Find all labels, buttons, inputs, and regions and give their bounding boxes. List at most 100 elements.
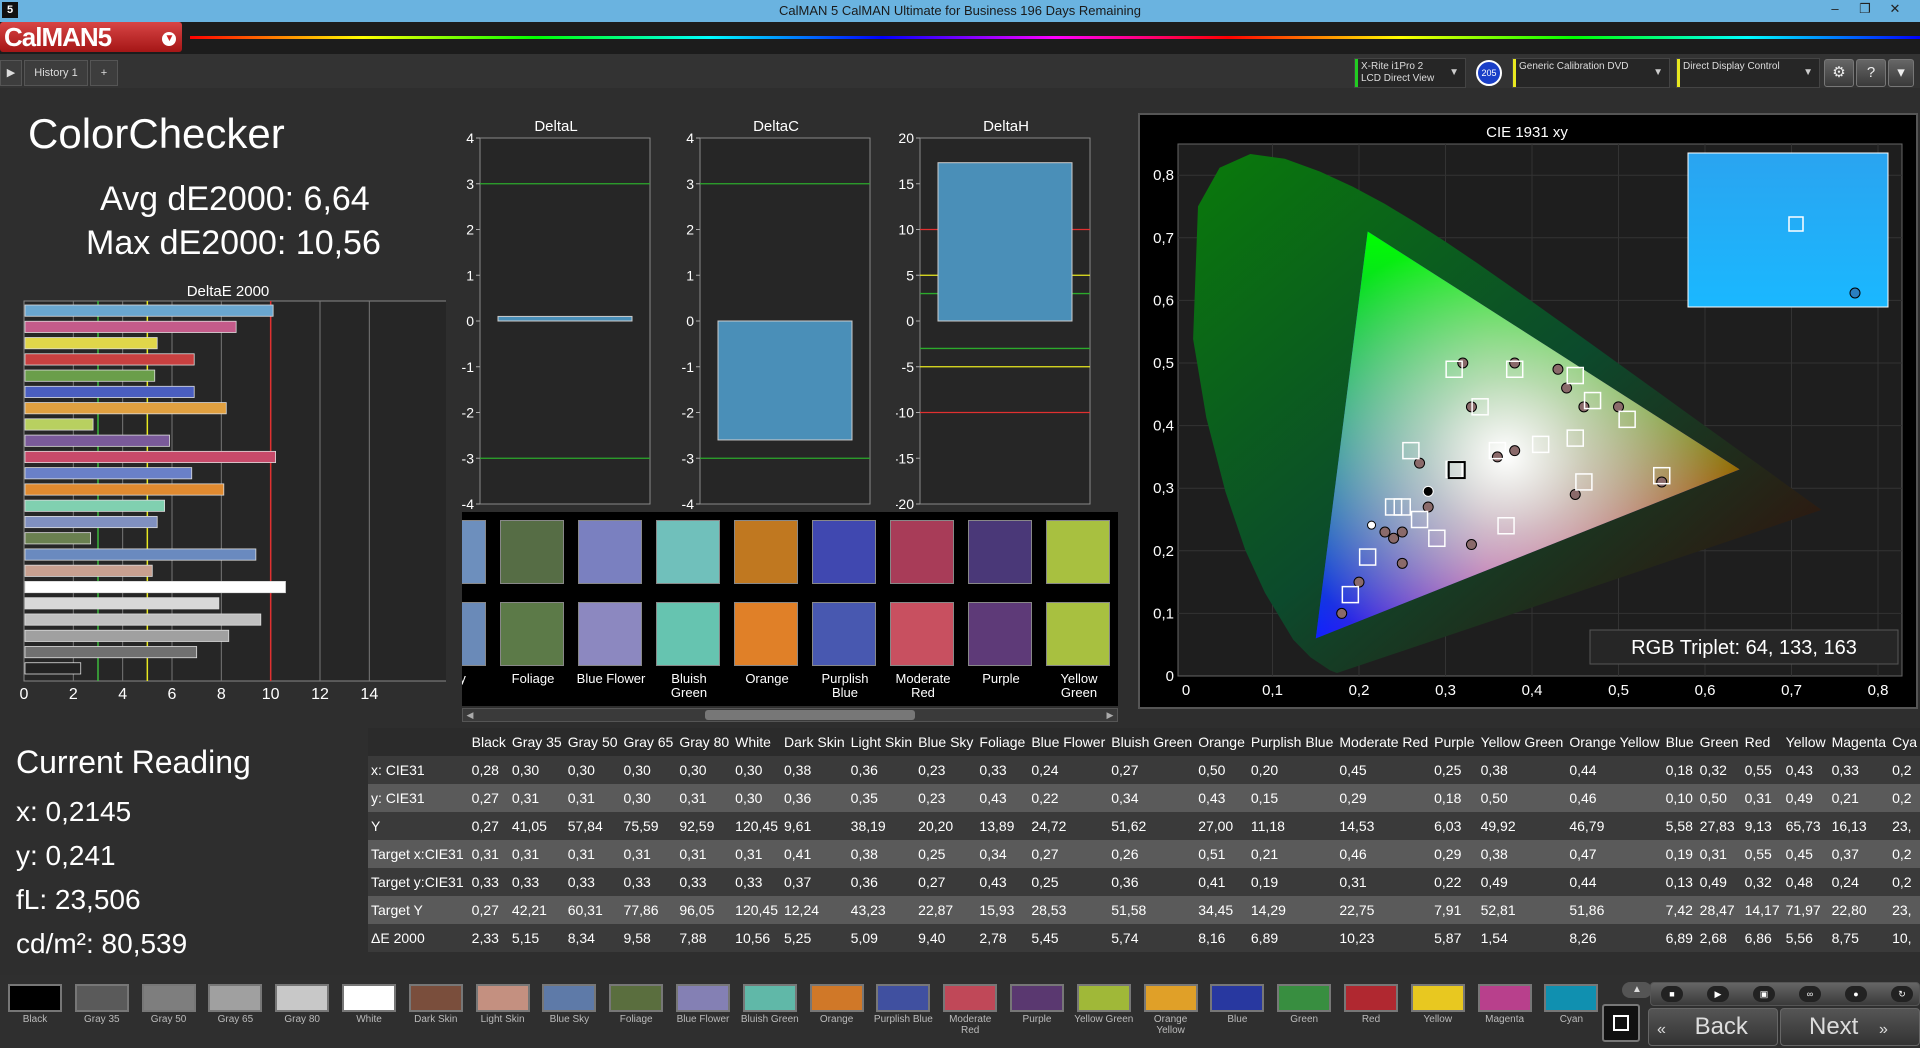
minimize-icon[interactable]: –	[1820, 0, 1850, 20]
table-column-header[interactable]: Purplish Blue	[1248, 728, 1337, 756]
color-patch-button[interactable]: Orange Yellow	[1140, 980, 1202, 1042]
color-patch-button[interactable]: Yellow Green	[1073, 980, 1135, 1042]
swatch-pair[interactable]: Sky	[462, 512, 488, 706]
color-patch-button[interactable]: Foliage	[605, 980, 667, 1042]
color-patch-button[interactable]: Moderate Red	[939, 980, 1001, 1042]
color-patch-button[interactable]: Gray 80	[271, 980, 333, 1042]
color-patch-button[interactable]: Blue Sky	[538, 980, 600, 1042]
scroll-right-icon[interactable]: ▶	[1103, 709, 1117, 721]
table-column-header[interactable]: Cya	[1889, 728, 1920, 756]
color-patch-button[interactable]: Purplish Blue	[872, 980, 934, 1042]
chevron-down-icon: ▼	[1803, 67, 1813, 78]
settings-gear-icon[interactable]: ⚙	[1824, 59, 1854, 87]
color-patch-button[interactable]: Blue Flower	[672, 980, 734, 1042]
table-cell: 0,38	[850, 846, 878, 862]
color-patch-label: Moderate Red	[949, 1014, 992, 1036]
table-cell: 0,31	[1339, 874, 1367, 890]
swatch-pair[interactable]: Blue Flower	[574, 512, 645, 706]
close-icon[interactable]: ✕	[1880, 0, 1910, 20]
table-column-header[interactable]: Yellow Green	[1478, 728, 1567, 756]
swatch-pair[interactable]: Foliage	[496, 512, 566, 706]
swatch-pair[interactable]: Bluish Green	[652, 512, 722, 706]
table-column-header[interactable]: Magenta	[1829, 728, 1889, 756]
tab-history-1[interactable]: History 1	[24, 60, 88, 86]
table-column-header[interactable]: Gray 65	[621, 728, 677, 756]
color-patch	[208, 984, 263, 1012]
table-column-header[interactable]: Orange Yellow	[1566, 728, 1662, 756]
table-cell: 0,13	[1665, 874, 1693, 890]
stop-toggle[interactable]	[1602, 1004, 1640, 1042]
table-column-header[interactable]: White	[732, 728, 781, 756]
data-table-container: Black Gray 35 Gray 50 Gray 65 Gray 80 White Da…	[368, 728, 1920, 960]
color-patch-button[interactable]: Gray 65	[204, 980, 266, 1042]
table-column-header[interactable]: Foliage	[976, 728, 1028, 756]
table-column-header[interactable]: Blue	[1663, 728, 1697, 756]
color-patch-button[interactable]: White	[338, 980, 400, 1042]
stop-icon[interactable]: ■	[1661, 986, 1683, 1002]
table-column-header[interactable]	[368, 728, 469, 756]
deltae-chart: DeltaE 2000 0 2 4 6 8 10 12 14	[20, 283, 446, 703]
table-column-header[interactable]: Yellow	[1783, 728, 1829, 756]
table-column-header[interactable]: Light Skin	[848, 728, 915, 756]
cie-y-tick: 0,8	[1153, 167, 1174, 184]
table-column-header[interactable]: Green	[1697, 728, 1742, 756]
help-icon[interactable]: ?	[1856, 59, 1886, 87]
source-selector[interactable]: Generic Calibration DVD ▼	[1512, 58, 1670, 88]
collapse-up-icon[interactable]: ▲	[1622, 982, 1652, 998]
color-patch-button[interactable]: Blue	[1206, 980, 1268, 1042]
color-patch-button[interactable]: Yellow	[1407, 980, 1469, 1042]
restore-icon[interactable]: ❐	[1850, 0, 1880, 20]
table-column-header[interactable]: Purple	[1431, 728, 1477, 756]
loop-icon[interactable]: ∞	[1799, 986, 1821, 1002]
table-cell: 5,74	[1111, 930, 1139, 946]
table-column-header[interactable]: Gray 35	[509, 728, 565, 756]
table-column-header[interactable]: Gray 80	[676, 728, 732, 756]
strip-scrollbar[interactable]: ◀ ▶	[462, 708, 1118, 722]
color-patch-button[interactable]: Dark Skin	[405, 980, 467, 1042]
scroll-thumb[interactable]	[705, 710, 915, 720]
table-cell: 11,18	[1250, 818, 1285, 834]
add-tab-button[interactable]: +	[90, 60, 118, 86]
color-patch-button[interactable]: Magenta	[1474, 980, 1536, 1042]
swatch-pair[interactable]: Purple	[964, 512, 1034, 706]
table-column-header[interactable]: Orange	[1195, 728, 1248, 756]
table-column-header[interactable]: Blue Flower	[1028, 728, 1108, 756]
record-icon[interactable]: ●	[1845, 986, 1867, 1002]
color-patch-button[interactable]: Black	[4, 980, 66, 1042]
color-patch-button[interactable]: Cyan	[1540, 980, 1602, 1042]
color-patch-button[interactable]: Light Skin	[472, 980, 534, 1042]
color-patch-button[interactable]: Gray 35	[71, 980, 133, 1042]
display-selector[interactable]: Direct Display Control ▼	[1676, 58, 1820, 88]
color-patch-button[interactable]: Orange	[806, 980, 868, 1042]
meter-badge[interactable]: 205	[1476, 60, 1502, 86]
swatch-pair[interactable]: Purplish Blue	[808, 512, 878, 706]
play-icon[interactable]: ▶	[1707, 986, 1729, 1002]
table-column-header[interactable]: Black	[469, 728, 509, 756]
table-cell: 0,2	[1892, 874, 1912, 890]
swatch-pair[interactable]: Orange	[730, 512, 800, 706]
table-cell: 0,22	[1031, 790, 1059, 806]
color-patch-button[interactable]: Bluish Green	[739, 980, 801, 1042]
back-button[interactable]: « Back	[1648, 1008, 1778, 1046]
meter-selector[interactable]: X-Rite i1Pro 2 LCD Direct View ▼	[1354, 58, 1466, 88]
expand-icon[interactable]: ▾	[1888, 59, 1914, 87]
color-patch-button[interactable]: Red	[1340, 980, 1402, 1042]
save-icon[interactable]: ▣	[1753, 986, 1775, 1002]
color-patch-button[interactable]: Green	[1273, 980, 1335, 1042]
play-icon[interactable]: ▶	[0, 60, 22, 86]
swatch-pair[interactable]: Yellow Green	[1042, 512, 1112, 706]
refresh-icon[interactable]: ↻	[1891, 986, 1913, 1002]
measured-point	[1569, 488, 1581, 500]
next-button[interactable]: Next »	[1780, 1008, 1920, 1046]
table-column-header[interactable]: Blue Sky	[915, 728, 976, 756]
table-column-header[interactable]: Gray 50	[565, 728, 621, 756]
color-patch-button[interactable]: Gray 50	[138, 980, 200, 1042]
swatch-pair[interactable]: Moderate Red	[886, 512, 956, 706]
table-column-header[interactable]: Red	[1742, 728, 1783, 756]
table-column-header[interactable]: Moderate Red	[1336, 728, 1431, 756]
scroll-left-icon[interactable]: ◀	[463, 709, 477, 721]
app-logo-menu[interactable]: CalMAN5 ▼	[0, 22, 182, 52]
table-column-header[interactable]: Dark Skin	[781, 728, 848, 756]
color-patch-button[interactable]: Purple	[1006, 980, 1068, 1042]
table-column-header[interactable]: Bluish Green	[1108, 728, 1195, 756]
